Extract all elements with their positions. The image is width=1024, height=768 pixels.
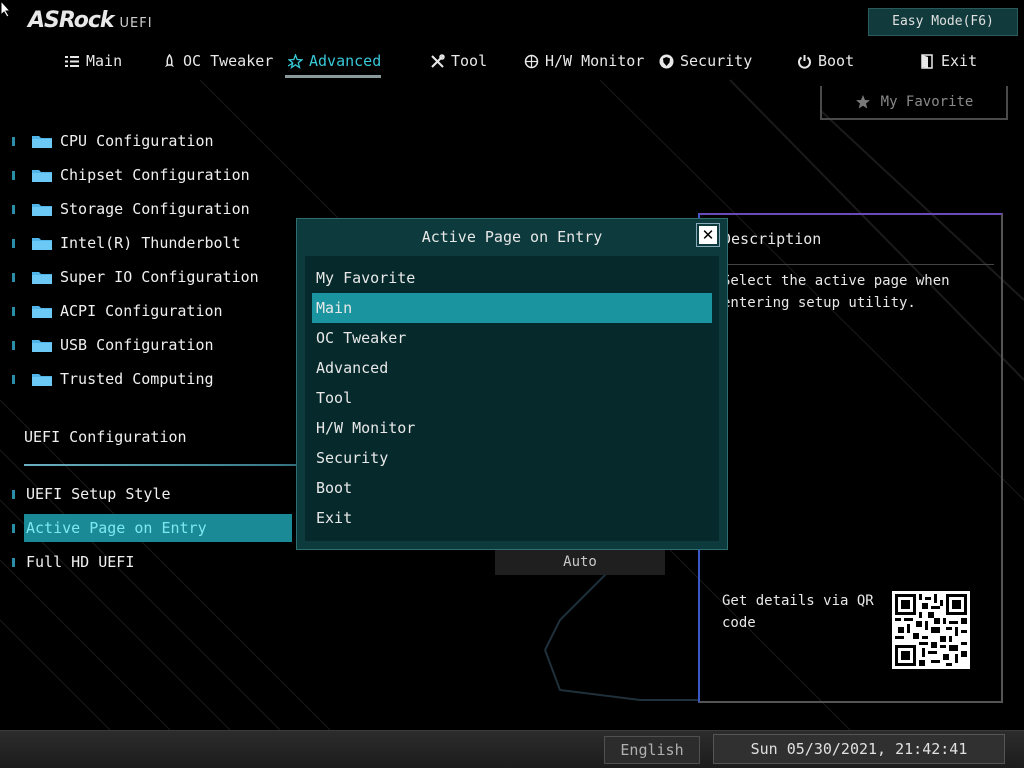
item-marker <box>12 204 15 214</box>
star-icon <box>288 53 303 69</box>
item-marker <box>12 170 15 180</box>
power-icon <box>798 54 811 69</box>
tab-hw-monitor-label: H/W Monitor <box>545 52 645 70</box>
item-marker <box>12 238 15 248</box>
item-marker <box>12 340 15 350</box>
folder-icon <box>32 306 52 318</box>
folder-icon <box>32 340 52 352</box>
folder-icon <box>32 170 52 182</box>
star-icon <box>855 95 870 109</box>
option-exit[interactable]: Exit <box>312 503 712 533</box>
folder-icon <box>32 374 52 386</box>
tab-tool[interactable]: Tool <box>430 46 487 76</box>
item-marker <box>12 306 15 316</box>
mouse-cursor-icon <box>0 0 12 18</box>
setting-label: UEFI Setup Style <box>26 485 171 503</box>
option-advanced[interactable]: Advanced <box>312 353 712 383</box>
folder-icon <box>32 204 52 216</box>
language-selector[interactable]: English <box>604 736 700 764</box>
active-tab-indicator <box>285 75 381 78</box>
description-divider <box>722 264 994 265</box>
tab-exit[interactable]: Exit <box>920 46 977 76</box>
top-nav: Main OC Tweaker Advanced Tool H/W Monito… <box>0 46 1024 80</box>
tab-main-label: Main <box>86 52 123 70</box>
rocket-icon <box>165 53 174 67</box>
tab-boot[interactable]: Boot <box>797 46 854 76</box>
asrock-logo: ASRock UEFI <box>28 8 153 38</box>
qr-caption: Get details via QR code <box>722 593 874 631</box>
option-oc-tweaker[interactable]: OC Tweaker <box>312 323 712 353</box>
tab-oc-tweaker[interactable]: OC Tweaker <box>162 46 273 76</box>
option-boot[interactable]: Boot <box>312 473 712 503</box>
option-tool[interactable]: Tool <box>312 383 712 413</box>
option-my-favorite[interactable]: My Favorite <box>312 263 712 293</box>
folder-icon <box>32 238 52 250</box>
menu-item-label: Trusted Computing <box>60 370 214 388</box>
easy-mode-button[interactable]: Easy Mode(F6) <box>868 8 1018 36</box>
item-marker <box>12 374 15 384</box>
close-icon[interactable]: ✕ <box>696 223 720 247</box>
option-security[interactable]: Security <box>312 443 712 473</box>
setting-label: Active Page on Entry <box>26 519 207 537</box>
setting-full-hd-uefi[interactable]: Full HD UEFI <box>0 548 300 576</box>
shield-icon <box>659 54 674 68</box>
folder-icon <box>32 272 52 284</box>
folder-icon <box>32 136 52 148</box>
section-title-uefi-configuration: UEFI Configuration <box>24 428 187 446</box>
list-icon <box>65 55 79 67</box>
my-favorite-button[interactable]: My Favorite <box>820 86 1008 120</box>
dialog-title: Active Page on Entry <box>421 228 603 246</box>
menu-item-label: Super IO Configuration <box>60 268 259 286</box>
item-marker <box>12 524 15 533</box>
setting-active-page-on-entry[interactable]: Active Page on Entry <box>0 514 300 542</box>
tab-exit-label: Exit <box>941 52 978 70</box>
menu-item-label: CPU Configuration <box>60 132 214 150</box>
datetime-display[interactable]: Sun 05/30/2021, 21:42:41 <box>713 734 1005 764</box>
menu-item-label: ACPI Configuration <box>60 302 223 320</box>
item-marker <box>12 136 15 146</box>
tab-security[interactable]: Security <box>659 46 752 76</box>
tab-boot-label: Boot <box>818 52 855 70</box>
tab-security-label: Security <box>680 52 753 70</box>
menu-item-label: USB Configuration <box>60 336 214 354</box>
item-marker <box>12 272 15 282</box>
tab-advanced[interactable]: Advanced <box>288 46 381 76</box>
menu-item-label: Intel(R) Thunderbolt <box>60 234 241 252</box>
qr-code-icon <box>895 594 967 666</box>
monitor-icon <box>524 54 539 68</box>
item-marker <box>12 558 15 567</box>
logo-brand: ASRock <box>28 8 115 33</box>
my-favorite-label: My Favorite <box>880 94 974 110</box>
tools-icon <box>431 53 445 68</box>
tab-oc-tweaker-label: OC Tweaker <box>183 52 274 70</box>
option-main[interactable]: Main <box>312 293 712 323</box>
logo-uefi: UEFI <box>119 16 153 31</box>
qr-code <box>892 591 970 669</box>
full-hd-uefi-value[interactable]: Auto <box>495 549 665 575</box>
description-title: Description <box>722 230 822 248</box>
exit-icon <box>921 53 933 69</box>
item-marker <box>12 490 15 499</box>
option-hw-monitor[interactable]: H/W Monitor <box>312 413 712 443</box>
tab-tool-label: Tool <box>451 52 488 70</box>
tab-main[interactable]: Main <box>65 46 122 76</box>
menu-item-label: Storage Configuration <box>60 200 250 218</box>
menu-item-label: Chipset Configuration <box>60 166 250 184</box>
description-text: Select the active page when entering set… <box>722 273 950 311</box>
setting-uefi-setup-style[interactable]: UEFI Setup Style <box>0 480 300 508</box>
tab-advanced-label: Advanced <box>309 52 382 70</box>
setting-label: Full HD UEFI <box>26 553 135 571</box>
tab-hw-monitor[interactable]: H/W Monitor <box>524 46 644 76</box>
